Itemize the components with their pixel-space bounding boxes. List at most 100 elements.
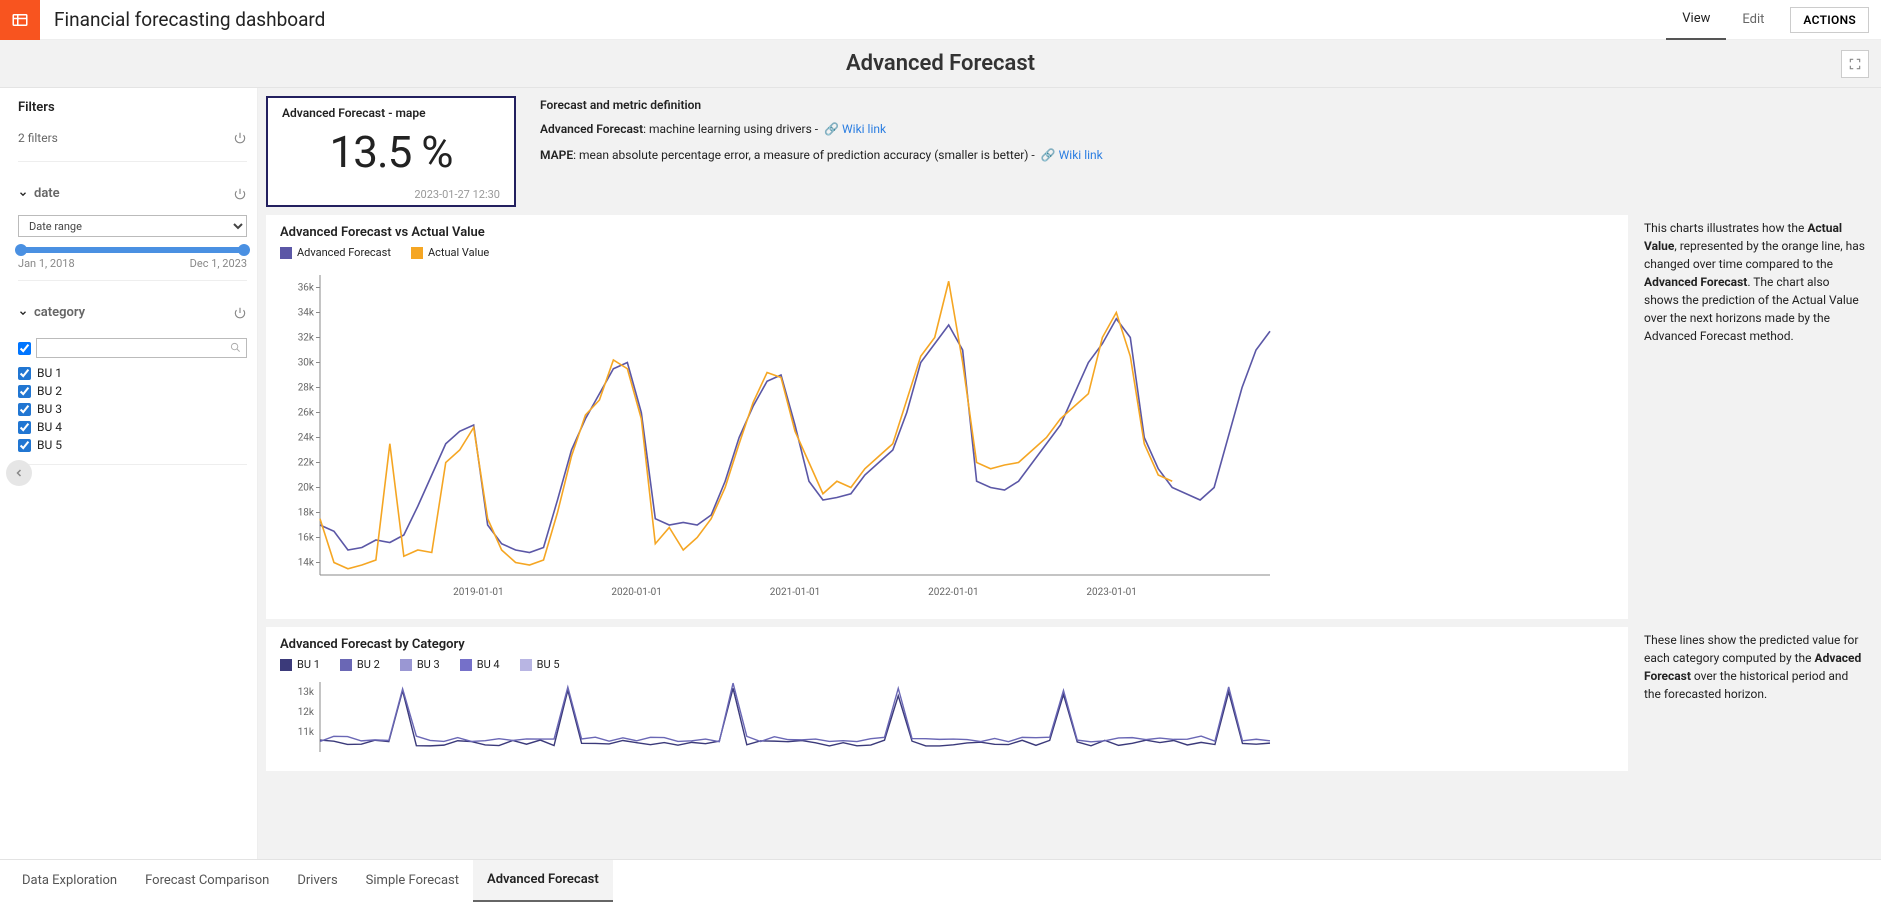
page-title: Advanced Forecast: [846, 51, 1035, 76]
chevron-down-icon[interactable]: [18, 308, 28, 318]
bottom-tab[interactable]: Advanced Forecast: [473, 860, 613, 902]
chart-description: These lines show the predicted value for…: [1638, 627, 1873, 771]
divider: [18, 161, 247, 162]
legend-item: BU 5: [537, 658, 560, 671]
svg-text:34k: 34k: [298, 308, 315, 319]
tab-view[interactable]: View: [1666, 0, 1726, 40]
chart-description: This charts illustrates how the Actual V…: [1638, 215, 1873, 619]
filter-date-label: date: [34, 186, 60, 201]
metric-value: 13.5 %: [282, 126, 500, 178]
chart-legend: BU 1BU 2BU 3BU 4BU 5: [280, 658, 1614, 671]
chart-title: Advanced Forecast vs Actual Value: [280, 225, 1614, 240]
filters-sidebar: Filters 2 filters date Date range: [0, 88, 258, 859]
svg-text:22k: 22k: [298, 458, 315, 469]
bottom-tab[interactable]: Data Exploration: [8, 860, 131, 902]
select-all-checkbox[interactable]: [18, 342, 31, 355]
bottom-tabs: Data ExplorationForecast ComparisonDrive…: [0, 859, 1881, 901]
logo-icon: [11, 11, 29, 29]
divider: [18, 464, 247, 465]
definitions-card: Forecast and metric definition Advanced …: [530, 96, 1873, 207]
filters-heading: Filters: [18, 100, 247, 115]
metric-timestamp: 2023-01-27 12:30: [282, 188, 500, 201]
bu-checkbox[interactable]: [18, 421, 31, 434]
app-logo[interactable]: [0, 0, 40, 40]
divider: [18, 280, 247, 281]
bottom-tab[interactable]: Forecast Comparison: [131, 860, 283, 902]
bu-item: BU 4: [18, 418, 247, 436]
svg-text:18k: 18k: [298, 508, 315, 519]
def-mape-label: MAPE: [540, 148, 573, 162]
bu-label: BU 5: [37, 438, 62, 452]
chevron-left-icon: [13, 467, 25, 479]
svg-text:26k: 26k: [298, 408, 315, 419]
bottom-tab[interactable]: Simple Forecast: [352, 860, 473, 902]
svg-text:13k: 13k: [298, 687, 315, 698]
bu-item: BU 3: [18, 400, 247, 418]
chart-title: Advanced Forecast by Category: [280, 637, 1614, 652]
metric-title: Advanced Forecast - mape: [282, 106, 500, 120]
bu-item: BU 2: [18, 382, 247, 400]
date-range-select[interactable]: Date range: [18, 215, 247, 237]
bu-label: BU 4: [37, 420, 62, 434]
filters-count: 2 filters: [18, 131, 58, 145]
power-icon[interactable]: [233, 131, 247, 145]
svg-text:36k: 36k: [298, 283, 315, 294]
bu-item: BU 5: [18, 436, 247, 454]
chart-forecast-vs-actual: Advanced Forecast vs Actual Value Advanc…: [266, 215, 1628, 619]
svg-text:11k: 11k: [298, 727, 315, 738]
wiki-link[interactable]: Wiki link: [1059, 148, 1103, 162]
legend-item: BU 2: [357, 658, 380, 671]
legend-item: BU 1: [297, 658, 320, 671]
bottom-tab[interactable]: Drivers: [283, 860, 351, 902]
tab-edit[interactable]: Edit: [1726, 0, 1780, 40]
bu-item: BU 1: [18, 364, 247, 382]
def-af-label: Advanced Forecast: [540, 122, 643, 136]
date-range-slider[interactable]: [20, 247, 245, 253]
category-search-input[interactable]: [36, 338, 247, 358]
power-icon[interactable]: [233, 187, 247, 201]
legend-item: Actual Value: [428, 246, 489, 259]
bu-label: BU 2: [37, 384, 62, 398]
slider-knob-start[interactable]: [15, 244, 27, 256]
svg-text:2019-01-01: 2019-01-01: [453, 587, 504, 598]
svg-text:30k: 30k: [298, 358, 315, 369]
page-header-strip: Advanced Forecast: [0, 40, 1881, 88]
chart-legend: Advanced Forecast Actual Value: [280, 246, 1614, 259]
svg-text:2020-01-01: 2020-01-01: [611, 587, 662, 598]
bu-label: BU 3: [37, 402, 62, 416]
sidebar-collapse-button[interactable]: [6, 460, 32, 486]
power-icon[interactable]: [233, 306, 247, 320]
bu-checkbox[interactable]: [18, 403, 31, 416]
svg-text:28k: 28k: [298, 383, 315, 394]
legend-item: Advanced Forecast: [297, 246, 391, 259]
fullscreen-button[interactable]: [1841, 50, 1869, 78]
bu-checkbox[interactable]: [18, 439, 31, 452]
slider-knob-end[interactable]: [238, 244, 250, 256]
bu-checkbox[interactable]: [18, 385, 31, 398]
link-icon: 🔗: [1041, 148, 1056, 162]
date-end: Dec 1, 2023: [190, 257, 247, 270]
link-icon: 🔗: [824, 122, 839, 136]
svg-text:2022-01-01: 2022-01-01: [928, 587, 979, 598]
legend-item: BU 3: [417, 658, 440, 671]
search-icon: [230, 342, 241, 356]
fullscreen-icon: [1848, 57, 1862, 71]
date-start: Jan 1, 2018: [18, 257, 75, 270]
wiki-link[interactable]: Wiki link: [842, 122, 886, 136]
svg-text:14k: 14k: [298, 558, 315, 569]
svg-text:2021-01-01: 2021-01-01: [770, 587, 821, 598]
bu-checkbox[interactable]: [18, 367, 31, 380]
chart-forecast-by-category: Advanced Forecast by Category BU 1 BU 2 BU…: [266, 627, 1628, 771]
svg-text:24k: 24k: [298, 433, 315, 444]
chevron-down-icon[interactable]: [18, 189, 28, 199]
actions-button[interactable]: ACTIONS: [1790, 7, 1869, 33]
metric-card-mape[interactable]: Advanced Forecast - mape 13.5 % 2023-01-…: [266, 96, 516, 207]
svg-text:2023-01-01: 2023-01-01: [1086, 587, 1137, 598]
def-mape-text: : mean absolute percentage error, a meas…: [573, 148, 1038, 162]
chart-canvas: 11k 12k 13k: [280, 677, 1280, 757]
app-title: Financial forecasting dashboard: [54, 8, 325, 31]
svg-text:12k: 12k: [298, 707, 315, 718]
topbar: Financial forecasting dashboard View Edi…: [0, 0, 1881, 40]
main-content: Advanced Forecast - mape 13.5 % 2023-01-…: [258, 88, 1881, 859]
chart-canvas: 14k16k18k20k22k24k26k28k30k32k34k36k2019…: [280, 265, 1280, 605]
